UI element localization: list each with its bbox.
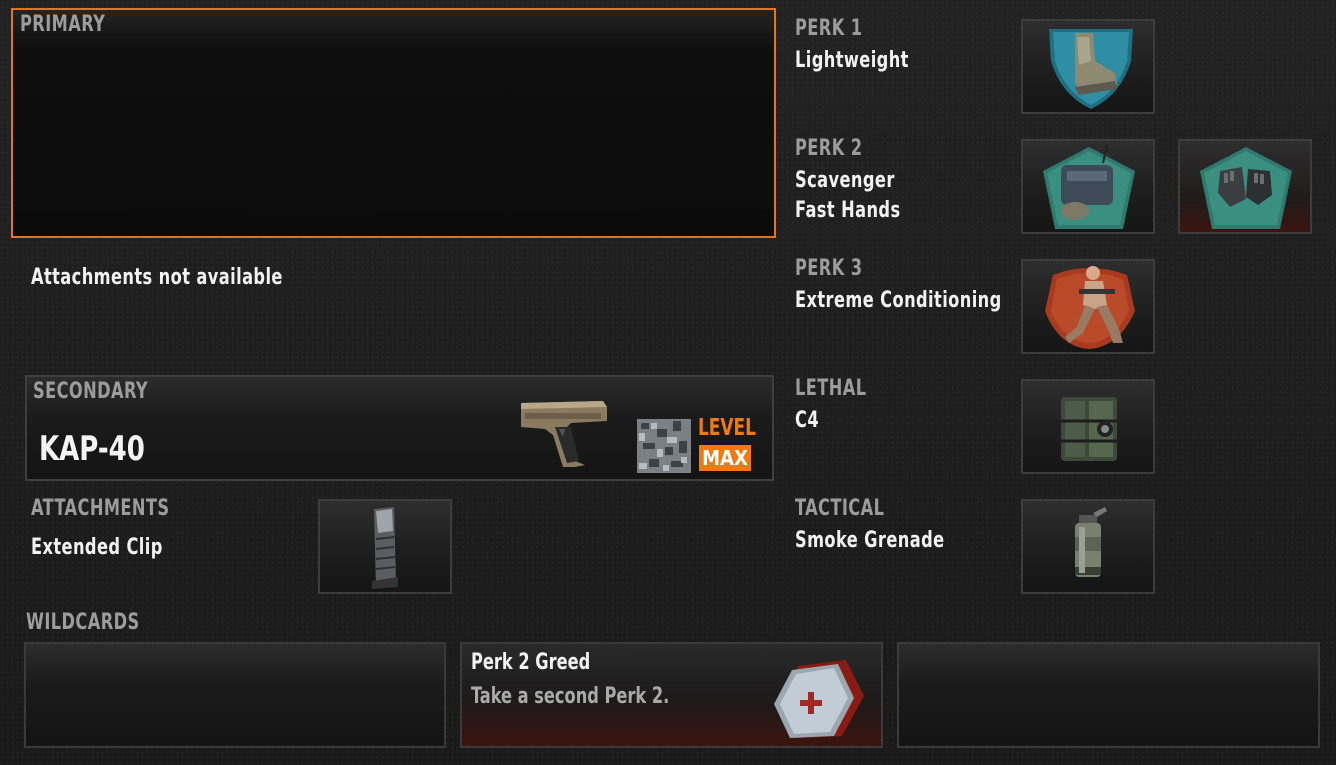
lethal-item-1: C4	[795, 408, 820, 433]
wildcard-description: Take a second Perk 2.	[471, 684, 670, 709]
perk2-item-2: Fast Hands	[795, 198, 901, 223]
attachment-slot[interactable]	[318, 499, 452, 594]
wildcard-slot-3[interactable]	[897, 642, 1320, 748]
perk1-item-1: Lightweight	[795, 48, 909, 73]
primary-attachments-text: Attachments not available	[31, 265, 283, 290]
tactical-header: TACTICAL	[795, 496, 885, 521]
primary-header: PRIMARY	[20, 12, 106, 37]
pistol-icon	[515, 391, 615, 469]
secondary-header: SECONDARY	[33, 379, 149, 404]
wildcard-title: Perk 2 Greed	[471, 650, 591, 675]
perk1-header: PERK 1	[795, 16, 863, 41]
tactical-item-1: Smoke Grenade	[795, 528, 945, 553]
wildcards-header: WILDCARDS	[26, 610, 140, 635]
perk1-slot[interactable]	[1021, 19, 1155, 114]
perk2-header: PERK 2	[795, 136, 863, 161]
lethal-slot[interactable]	[1021, 379, 1155, 474]
lethal-header: LETHAL	[795, 376, 867, 401]
wildcard-slot-1[interactable]	[24, 642, 446, 748]
perk2-slot-2[interactable]	[1178, 139, 1312, 234]
perk-greed-icon	[768, 656, 868, 742]
level-label: LEVEL	[698, 415, 756, 441]
attachments-header: ATTACHMENTS	[31, 496, 170, 521]
digital-camo-icon	[637, 419, 691, 473]
perk3-slot[interactable]	[1021, 259, 1155, 354]
primary-weapon-slot[interactable]: PRIMARY	[11, 8, 776, 238]
perk2-slot-1[interactable]	[1021, 139, 1155, 234]
tactical-slot[interactable]	[1021, 499, 1155, 594]
perk2-item-1: Scavenger	[795, 168, 895, 193]
perk3-item-1: Extreme Conditioning	[795, 288, 1002, 313]
secondary-weapon-name: KAP-40	[39, 429, 145, 469]
perk3-header: PERK 3	[795, 256, 863, 281]
level-max-badge: MAX	[699, 445, 751, 471]
wildcard-slot-2[interactable]: Perk 2 Greed Take a second Perk 2.	[460, 642, 883, 748]
attachment-item-label: Extended Clip	[31, 535, 163, 560]
secondary-weapon-slot[interactable]: SECONDARY KAP-40 LEVEL MAX	[25, 375, 774, 481]
